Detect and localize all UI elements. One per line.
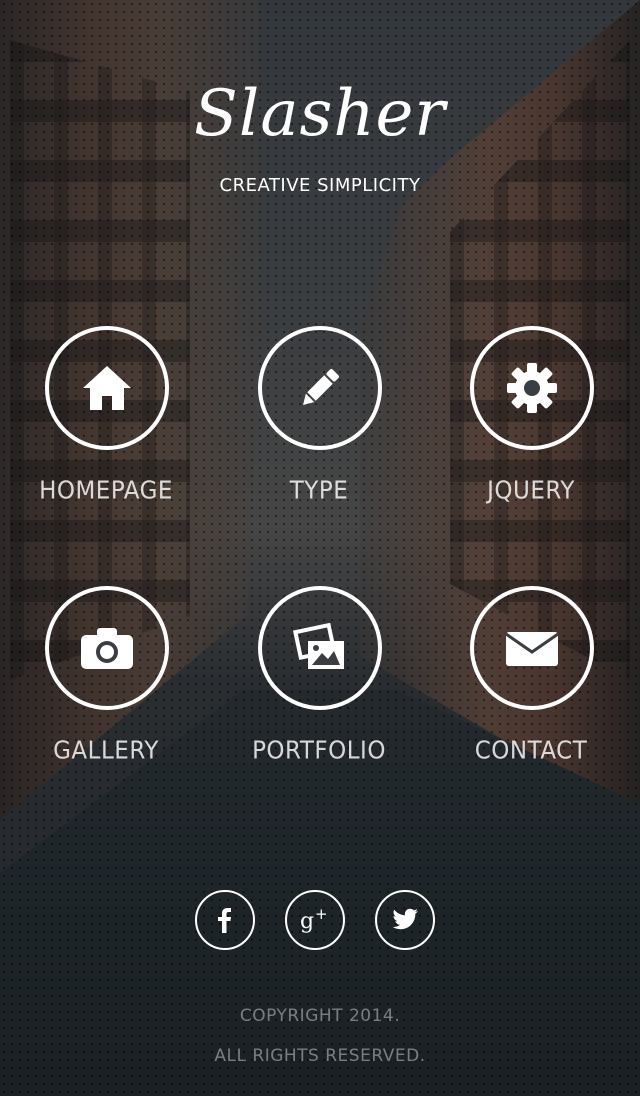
facebook-icon: [218, 908, 231, 933]
google-plus-icon: g +: [300, 905, 328, 934]
nav-jquery[interactable]: JQUERY: [441, 326, 621, 526]
nav-label-gallery: GALLERY: [53, 736, 159, 766]
facebook-button[interactable]: [195, 890, 255, 950]
twitter-button[interactable]: [375, 890, 435, 950]
nav-label-jquery: JQUERY: [487, 476, 575, 506]
copyright-text: COPYRIGHT 2014.: [239, 1006, 401, 1026]
nav-label-homepage: HOMEPAGE: [39, 476, 173, 506]
pencil-icon: [258, 326, 382, 450]
nav-type[interactable]: TYPE: [229, 326, 409, 526]
svg-text:+: +: [315, 905, 328, 923]
svg-text:g: g: [300, 909, 314, 934]
twitter-icon: [392, 908, 418, 930]
camera-icon: [45, 586, 169, 710]
logo: Slasher: [194, 77, 446, 151]
nav-label-portfolio: PORTFOLIO: [252, 736, 386, 766]
tagline: CREATIVE SIMPLICITY: [219, 175, 421, 196]
app-screen: Slasher CREATIVE SIMPLICITY HOMEPAGE TYP…: [0, 0, 640, 1096]
rights-text: ALL RIGHTS RESERVED.: [214, 1046, 426, 1066]
nav-label-contact: CONTACT: [474, 736, 588, 766]
gear-icon: [470, 326, 594, 450]
nav-homepage[interactable]: HOMEPAGE: [16, 326, 196, 526]
nav-contact[interactable]: CONTACT: [441, 586, 621, 786]
nav-label-type: TYPE: [289, 476, 349, 506]
google-plus-button[interactable]: g +: [285, 890, 345, 950]
nav-portfolio[interactable]: PORTFOLIO: [229, 586, 409, 786]
nav-gallery[interactable]: GALLERY: [16, 586, 196, 786]
pictures-icon: [258, 586, 382, 710]
home-icon: [45, 326, 169, 450]
envelope-icon: [470, 586, 594, 710]
